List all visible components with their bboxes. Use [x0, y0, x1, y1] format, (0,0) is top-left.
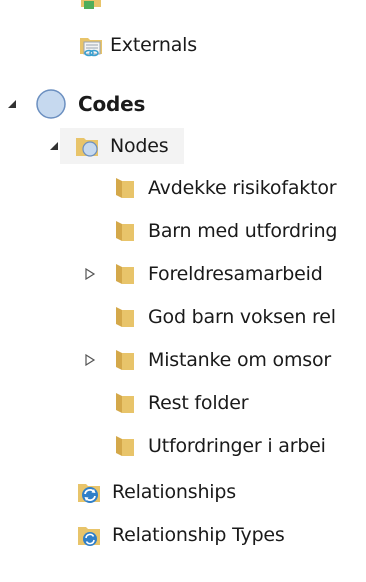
tree-item-label: Codes	[78, 92, 146, 116]
tree-item-codes[interactable]: Codes	[0, 84, 366, 124]
codes-circle-icon	[35, 88, 67, 120]
folder-icon	[112, 390, 138, 416]
tree-item-label: Utfordringer i arbei	[148, 435, 326, 457]
relationships-icon	[76, 479, 102, 505]
tree-item-relationships[interactable]: Relationships	[0, 472, 366, 512]
tree-item-nodes[interactable]: Nodes	[0, 126, 366, 166]
tree-item-label: Mistanke om omsor	[148, 349, 332, 371]
folder-icon	[112, 347, 138, 373]
tree-item-relationship-types[interactable]: Relationship Types	[0, 515, 366, 555]
relationship-types-icon	[76, 522, 102, 548]
folder-icon	[112, 218, 138, 244]
collapse-arrow-icon[interactable]	[48, 140, 60, 152]
expand-arrow-icon[interactable]	[84, 354, 96, 366]
tree-item-label: Rest folder	[148, 392, 249, 414]
tree-item-node[interactable]: God barn voksen rel	[0, 297, 366, 337]
tree-item-node[interactable]: Mistanke om omsor	[0, 340, 366, 380]
tree-item-externals[interactable]: Externals	[0, 25, 366, 65]
tree-item-label: Nodes	[110, 135, 169, 157]
tree-item-label: Foreldresamarbeid	[148, 263, 323, 285]
folder-icon	[112, 304, 138, 330]
tree-item-node[interactable]: Utfordringer i arbei	[0, 426, 366, 466]
folder-icon	[112, 175, 138, 201]
tree-item-label: God barn voksen rel	[148, 306, 336, 328]
folder-icon	[78, 0, 104, 11]
tree-item-label: Avdekke risikofaktor	[148, 177, 337, 199]
tree-item-node[interactable]: Rest folder	[0, 383, 366, 423]
tree-item-label: Barn med utfordring	[148, 220, 338, 242]
tree-item-label: Externals	[110, 34, 197, 56]
tree-item-partial[interactable]	[0, 0, 366, 18]
tree-item-node[interactable]: Avdekke risikofaktor	[0, 168, 366, 208]
tree-item-label: Relationships	[112, 481, 236, 503]
nodes-folder-icon	[74, 133, 100, 159]
tree-item-label: Relationship Types	[112, 524, 285, 546]
externals-icon	[78, 32, 104, 58]
tree-item-node[interactable]: Barn med utfordring	[0, 211, 366, 251]
navigation-tree: Externals Codes Nodes Avdekke risikofakt…	[0, 0, 366, 582]
folder-icon	[112, 433, 138, 459]
tree-item-node[interactable]: Foreldresamarbeid	[0, 254, 366, 294]
folder-icon	[112, 261, 138, 287]
expand-arrow-icon[interactable]	[84, 268, 96, 280]
collapse-arrow-icon[interactable]	[6, 98, 18, 110]
